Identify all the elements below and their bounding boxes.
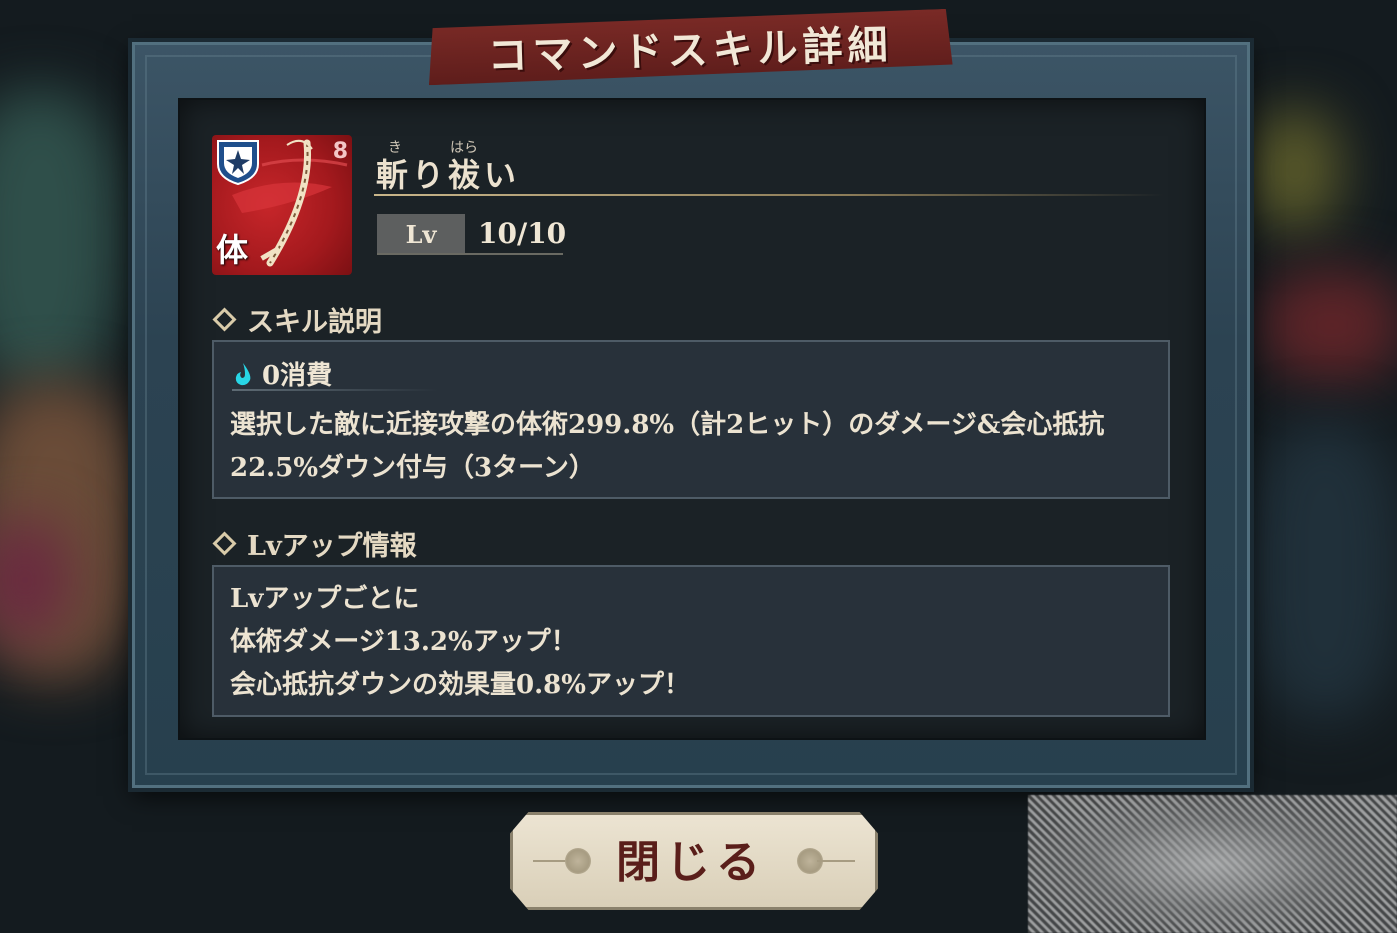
- cost-text: 0消費: [262, 361, 333, 391]
- cost-row: 0消費: [232, 355, 332, 392]
- level-up-line: 体術ダメージ13.2%アップ！: [230, 627, 577, 657]
- description-line: 選択した敵に近接攻撃の体術299.8%（計2ヒット）のダメージ&会心抵抗: [230, 410, 1105, 440]
- diamond-icon: [212, 307, 237, 332]
- level-up-header: Lvアップ情報: [212, 524, 417, 563]
- level-label: Lv: [377, 214, 465, 254]
- level-underline: [377, 253, 563, 255]
- skill-description-header: スキル説明: [212, 300, 382, 339]
- close-button-label[interactable]: 閉じる: [510, 812, 872, 904]
- level-up-line: 会心抵抗ダウンの効果量0.8%アップ！: [230, 670, 690, 700]
- skill-name: 斬り祓い: [376, 156, 521, 194]
- skill-name-divider: [374, 194, 1164, 196]
- skill-description-header-text: スキル説明: [247, 307, 382, 338]
- cyan-flame-drop-icon: [235, 362, 251, 385]
- watermark-overlay: [1028, 795, 1397, 933]
- level-up-header-text: Lvアップ情報: [247, 531, 417, 562]
- diamond-icon: [212, 531, 237, 556]
- level-up-line: Lvアップごとに: [230, 584, 420, 614]
- shield-shuriken-icon: [217, 140, 259, 186]
- skill-type-badge: 体: [216, 231, 249, 269]
- cost-divider: [232, 389, 438, 391]
- description-line: 22.5%ダウン付与（3ターン）: [230, 453, 595, 483]
- skill-icon: 8 体: [212, 135, 352, 275]
- level-value: 10/10: [478, 217, 567, 250]
- skill-cost-badge: 8: [332, 139, 348, 164]
